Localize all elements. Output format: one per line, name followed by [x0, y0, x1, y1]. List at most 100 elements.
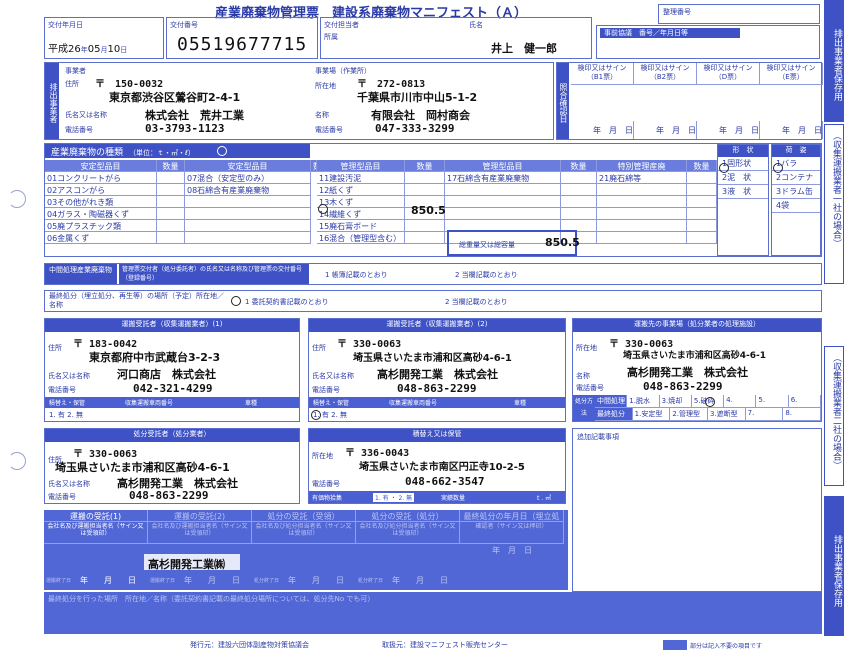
transport1-header: 運搬受託者（収集運搬業者）(1)	[45, 319, 299, 332]
circle-mark-c3	[318, 204, 328, 214]
pack-header: 荷 姿	[772, 145, 820, 157]
dest-method-r1-0: 中間処理	[595, 395, 628, 408]
final-opt2: 2 当欄記載のとおり	[445, 298, 508, 306]
chukan-row: 中間処理産業廃棄物 管理票交付者（処分委託者）の氏名又は名称及び管理票の交付番号…	[44, 263, 822, 285]
side-strip-top: 排出事業者保存用	[824, 0, 844, 122]
shobun-zip: 〒 330-0063	[73, 449, 138, 460]
type-c5-4	[597, 220, 687, 232]
footer-issuer: 発行元：建設六団体副産物対策協議会	[190, 641, 309, 649]
final-place-text: 最終処分を行った場所 所在地／名称（委託契約書記載の最終処分場所については、処分…	[48, 595, 375, 603]
types-col-header-4: 管理型品目	[317, 160, 405, 172]
final-place-row: 最終処分（埋立処分、再生等）の場所（予定）所在地／名称 1 委託契約書記載のとお…	[44, 290, 822, 312]
t2-name-label: 氏名又は名称	[312, 372, 354, 380]
destination-header: 運搬先の事業場（処分業者の処理施設）	[573, 319, 821, 332]
emitter-name: 株式会社 荒井工業	[145, 109, 244, 122]
t1-sub-header: 積替え・保管 収集運搬車両番号 車種	[45, 397, 299, 408]
shobun-tel: 048-863-2299	[129, 489, 209, 502]
circle-mark-final	[231, 296, 241, 306]
type-c5-2	[597, 196, 687, 208]
circle-mark-form	[719, 163, 729, 173]
legend-swatch	[663, 640, 687, 650]
receipt-date-label-0: 運搬終了日	[46, 578, 72, 584]
tsumikae-tel: 048-662-3547	[405, 475, 485, 488]
type-c5-1	[597, 184, 687, 196]
type-c1-3: 04ガラス・陶磁器くず	[45, 208, 157, 220]
shougou-col-3: 検印又はサイン（E票）	[760, 63, 823, 85]
issue-number-label: 交付番号	[170, 21, 198, 29]
shougou-col-1: 検印又はサイン（B2票）	[634, 63, 697, 85]
pack-1: 2コンテナ	[772, 171, 820, 185]
t2-zip: 〒 330-0063	[337, 339, 402, 350]
type-c3-3: 14繊維くず	[317, 208, 405, 220]
ymd-0: 年	[719, 126, 727, 135]
side-strip-bottom: 排出事業者保存用	[824, 496, 844, 636]
transport1-block: 運搬受託者（収集運搬業者）(1) 住所 〒 183-0042 東京都府中市武蔵台…	[44, 318, 300, 422]
dest-method-r2-4: 7.	[745, 408, 784, 421]
receipt-col-sub-1: 会社名及び運搬担当者名（サイン又は受領印）	[148, 522, 252, 544]
form-1: 2泥 状	[718, 171, 768, 185]
final-opt1: 1 委託契約書記載のとおり	[245, 298, 329, 306]
t2-address: 埼玉県さいたま市浦和区高砂4-6-1	[353, 353, 512, 364]
receipt-date-3: 年 月 日	[392, 576, 448, 585]
dest-tel-label: 電話番号	[576, 384, 604, 392]
dest-method-r1-4: 4.	[724, 395, 757, 408]
shougou-block: 照合確認日 検印又はサイン（B1票）年月日検印又はサイン（B2票）年月日検印又は…	[556, 62, 823, 140]
dest-tel: 048-863-2299	[643, 380, 723, 393]
types-col-header-7: 数量	[561, 160, 597, 172]
ymd-0: 年	[782, 126, 790, 135]
type-c1-4: 05廃プラスチック類	[45, 220, 157, 232]
emitter-label: 事業者	[65, 67, 86, 75]
dest-method-r1-2: 3.焼却	[659, 395, 692, 408]
ymd-1: 月	[609, 126, 617, 135]
tsumikae-addr-label: 所在地	[312, 452, 333, 460]
tsumikae-zip: 〒 336-0043	[345, 448, 410, 459]
c3-quantity: 850.5	[411, 204, 446, 217]
tsumikae-header: 積替え又は保管	[309, 429, 565, 442]
qty-cell-2-0	[561, 172, 597, 184]
t2-sub-header: 積替え・保管 収集運搬車両番号 車種	[309, 397, 565, 408]
t1-tel-label: 電話番号	[48, 386, 76, 394]
footer-seller: 取扱元：建設マニフェスト販売センター	[382, 641, 508, 649]
dest-address: 埼玉県さいたま市浦和区高砂4-6-1	[623, 351, 766, 361]
issuer-staff-box: 交付担当者 所属 氏名 井上 健一郎	[320, 17, 592, 59]
tsumikae-valuables-row: 有価物拾集 1. 有 ・ 2. 無 実績数量 t . ㎥	[309, 491, 565, 503]
receipt-col-header-3: 処分の受託（処分）	[356, 510, 460, 522]
receipt-col-sub-4: 確認者（サイン又は押印）	[460, 522, 564, 544]
type-c1-0: 01コンクリートがら	[45, 172, 157, 184]
type-c4-1	[445, 184, 561, 196]
t2-addr-label: 住所	[312, 344, 326, 352]
qty-cell-0-0	[157, 172, 185, 184]
type-c1-5: 06金属くず	[45, 232, 157, 244]
issue-number-box: 交付番号 05519677715	[166, 17, 318, 59]
dest-method-r2-0: 最終処分	[595, 408, 633, 421]
t1-address: 東京都府中市武蔵台3-2-3	[89, 351, 221, 364]
form-header: 形 状	[718, 145, 768, 157]
qty-cell-3-5	[687, 232, 717, 244]
qty-cell-1-5	[405, 232, 445, 244]
receipt-col-sub-0: 会社名及び運搬担当者名（サイン又は受領印）	[44, 522, 148, 544]
qty-cell-3-4	[687, 220, 717, 232]
dest-addr-label: 所在地	[576, 344, 597, 352]
shougou-date-1: 年月日	[634, 121, 697, 139]
ymd-2: 日	[688, 126, 696, 135]
receipt-date-label-2: 処分終了日	[254, 578, 280, 584]
types-col-header-8: 特別管理産廃	[597, 160, 687, 172]
shougou-date-3: 年月日	[760, 121, 823, 139]
circle-mark-pack	[773, 163, 783, 173]
shougou-date-2: 年月日	[697, 121, 760, 139]
transport2-block: 運搬受託者（収集運搬業者）(2) 住所 〒 330-0063 埼玉県さいたま市浦…	[308, 318, 566, 422]
shobun-header: 処分受託者（処分業者）	[45, 429, 299, 442]
type-c4-0: 17石綿含有産業廃棄物	[445, 172, 561, 184]
ymd-0: 年	[656, 126, 664, 135]
site-tel-label: 電話番号	[315, 126, 343, 134]
types-col-header-6: 管理型品目	[445, 160, 561, 172]
qty-cell-1-0	[405, 172, 445, 184]
qty-cell-3-3	[687, 208, 717, 220]
shobun-tel-label: 電話番号	[48, 493, 76, 501]
dest-method-row2: 最終処分 1.安定型 2.管理型 3.遮断型 7. 8.	[595, 408, 821, 421]
type-c4-3	[445, 208, 561, 220]
emitter-zip: 〒 150-0032	[95, 79, 164, 90]
receipt-col-header-1: 運搬の受託(2)	[148, 510, 252, 522]
t2-name: 高杉開発工業 株式会社	[377, 368, 498, 381]
binder-hole-bottom	[8, 452, 26, 470]
